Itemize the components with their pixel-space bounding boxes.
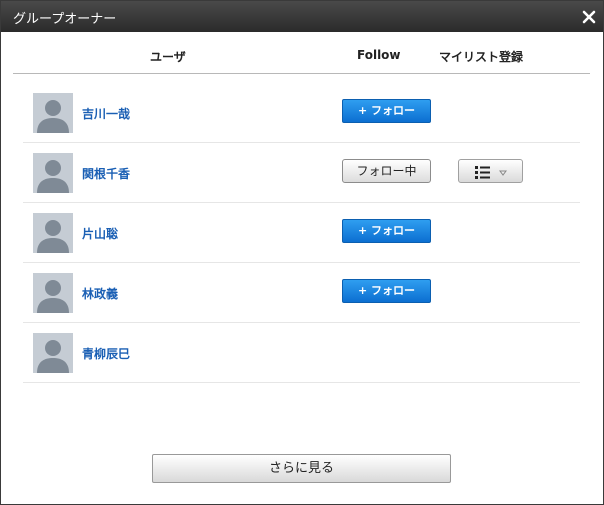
chevron-down-icon	[499, 170, 507, 176]
user-row: 林政義 + フォロー	[23, 263, 580, 323]
avatar[interactable]	[33, 93, 73, 133]
user-name-link[interactable]: 青柳辰巳	[82, 345, 130, 362]
column-header-mylist: マイリスト登録	[439, 50, 524, 64]
dialog-titlebar: グループオーナー	[1, 1, 603, 32]
column-header-user: ユーザ	[150, 50, 186, 64]
avatar[interactable]	[33, 213, 73, 253]
group-owner-dialog: グループオーナー ユーザ Follow マイリスト登録 吉川一哉 + フォロー	[0, 0, 604, 505]
user-name-link[interactable]: 林政義	[82, 285, 118, 302]
user-row: 吉川一哉 + フォロー	[23, 83, 580, 143]
user-row: 片山聡 + フォロー	[23, 203, 580, 263]
see-more-button[interactable]: さらに見る	[152, 454, 451, 483]
following-button[interactable]: フォロー中	[342, 159, 431, 183]
column-header-row: ユーザ Follow マイリスト登録	[13, 32, 590, 74]
column-header-follow: Follow	[357, 48, 401, 62]
follow-button[interactable]: + フォロー	[342, 99, 431, 123]
user-row: 青柳辰巳	[23, 323, 580, 383]
user-name-link[interactable]: 吉川一哉	[82, 105, 130, 122]
user-name-link[interactable]: 片山聡	[82, 225, 118, 242]
list-icon	[475, 166, 490, 179]
dialog-title: グループオーナー	[13, 12, 117, 27]
follow-button[interactable]: + フォロー	[342, 219, 431, 243]
avatar[interactable]	[33, 273, 73, 313]
avatar[interactable]	[33, 153, 73, 193]
mylist-dropdown-button[interactable]	[458, 159, 523, 183]
follow-button[interactable]: + フォロー	[342, 279, 431, 303]
close-icon[interactable]	[581, 9, 597, 25]
user-name-link[interactable]: 関根千香	[82, 165, 130, 182]
user-list: 吉川一哉 + フォロー 関根千香 フォロー中 片山聡 + フォロー 林政義 + …	[23, 83, 580, 383]
user-row: 関根千香 フォロー中	[23, 143, 580, 203]
avatar[interactable]	[33, 333, 73, 373]
